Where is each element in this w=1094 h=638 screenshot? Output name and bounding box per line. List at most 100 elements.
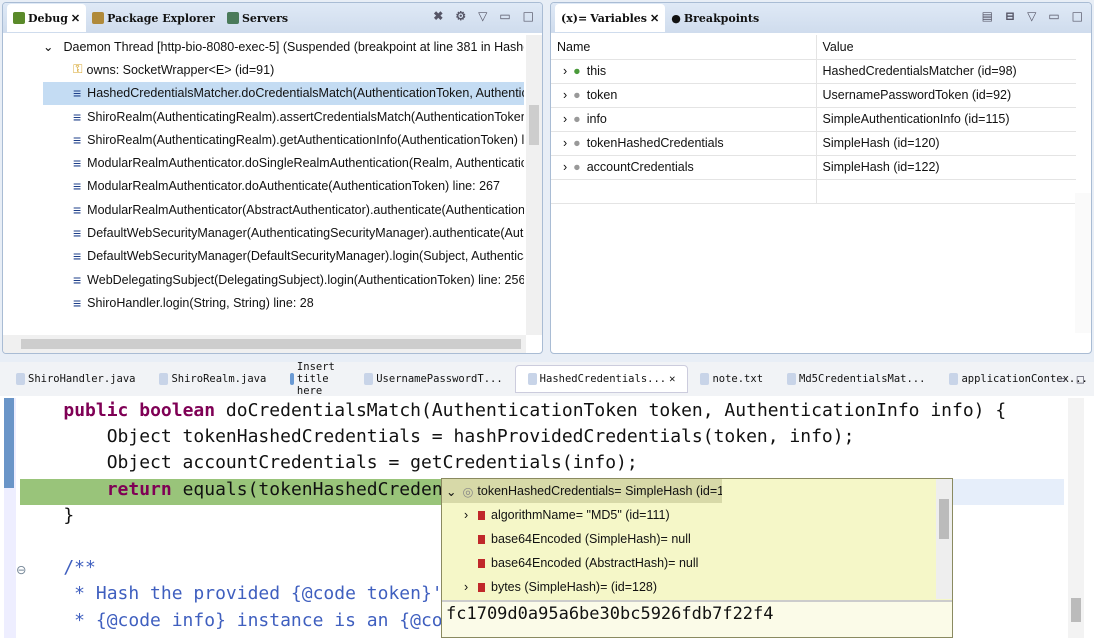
code-line: public boolean doCredentialsMatch(Authen… [63, 400, 1007, 421]
owns-node[interactable]: ⚿ owns: SocketWrapper<E> (id=91) [43, 58, 524, 81]
stack-scrollbar[interactable] [526, 35, 542, 335]
stack-frame[interactable]: ≡ ModularRealmAuthenticator(AbstractAuthe… [43, 198, 524, 221]
field-icon: ● [573, 64, 581, 78]
variable-hover-popup: ⌄ ◎ tokenHashedCredentials= SimpleHash (id… [441, 478, 953, 638]
remove-terminated-icon[interactable]: ✖ [433, 9, 443, 23]
stack-frame-icon: ≡ [73, 201, 82, 218]
package-icon [92, 12, 105, 24]
hover-detail: fc1709d0a95a6be30bc5926fdb7f22f4 [442, 600, 952, 637]
minimize-icon[interactable]: ▭ [499, 9, 510, 23]
file-icon [16, 373, 25, 385]
stack-frame-icon: ≡ [73, 248, 82, 265]
maximize-icon[interactable]: □ [1072, 9, 1083, 23]
minimize-icon[interactable]: ▭ [1048, 9, 1059, 23]
hover-child[interactable]: base64Encoded (AbstractHash)= null [442, 551, 952, 575]
stack-frame-icon: ≡ [73, 155, 82, 172]
private-field-icon [478, 534, 485, 544]
file-icon [700, 373, 710, 385]
tab-variables[interactable]: (x)= Variables ✕ [555, 4, 666, 32]
variables-view: (x)= Variables ✕ ● Breakpoints ▤ ⊟ ▽ ▭ □ Name V… [550, 2, 1092, 354]
file-icon [364, 373, 374, 385]
variable-row[interactable]: › ● tokenHashedCredentials SimpleHash (id=1… [551, 131, 1076, 156]
chevron-right-icon[interactable]: › [563, 136, 567, 150]
editor-scrollbar[interactable] [1068, 398, 1084, 638]
editor-tab[interactable]: Insert title here [278, 361, 352, 397]
maximize-icon[interactable]: □ [523, 9, 534, 23]
hover-root[interactable]: ⌄ ◎ tokenHashedCredentials= SimpleHash (id… [442, 479, 722, 503]
chevron-right-icon[interactable]: › [464, 508, 478, 522]
stack-frame[interactable]: ≡ ShiroRealm(AuthenticatingRealm).assertC… [43, 105, 524, 128]
stack-frame-icon: ≡ [73, 225, 82, 242]
object-icon: ◎ [462, 484, 474, 499]
variables-scrollbar[interactable] [1075, 193, 1091, 333]
editor-tab[interactable]: note.txt [688, 365, 775, 393]
breakpoint-marker[interactable] [4, 398, 14, 488]
step-icon[interactable]: ⚙ [455, 9, 466, 23]
editor-tab[interactable]: UsernamePasswordT... [352, 365, 514, 393]
stack-frame-icon: ≡ [73, 108, 82, 125]
chevron-right-icon[interactable]: › [563, 64, 567, 78]
view-menu-icon[interactable]: ▽ [1027, 9, 1036, 23]
editor-tab[interactable]: ShiroRealm.java [147, 365, 278, 393]
variables-tabbar: (x)= Variables ✕ ● Breakpoints ▤ ⊟ ▽ ▭ □ [551, 3, 1091, 33]
variables-icon: (x)= [561, 11, 588, 25]
hover-child[interactable]: base64Encoded (SimpleHash)= null [442, 527, 952, 551]
variable-row[interactable]: › ● token UsernamePasswordToken (id=92) [551, 83, 1076, 108]
minimize-icon[interactable]: ▭ [1058, 372, 1065, 386]
private-field-icon [478, 582, 485, 592]
collapse-all-icon[interactable]: ⊟ [1005, 9, 1015, 23]
editor-tabbar: ShiroHandler.java ShiroRealm.java Insert t… [0, 361, 1094, 397]
stack-frame[interactable]: ≡ ModularRealmAuthenticator.doSingleRealm… [43, 151, 524, 174]
stack-frame[interactable]: ≡ DefaultWebSecurityManager(Authenticatin… [43, 221, 524, 244]
field-icon: ● [573, 160, 581, 174]
stack-frame-icon: ≡ [73, 271, 82, 288]
hover-child[interactable]: › algorithmName= "MD5" (id=111) [442, 503, 952, 527]
close-icon[interactable]: ✕ [650, 12, 659, 25]
chevron-right-icon[interactable]: › [563, 88, 567, 102]
stack-frame[interactable]: ≡ ShiroHandler.login(String, String) line… [43, 291, 524, 314]
hover-scrollbar[interactable] [936, 479, 952, 599]
variables-table: Name Value › ● this HashedCredentialsMatcher… [551, 35, 1076, 204]
stack-frame[interactable]: ≡ WebDelegatingSubject(DelegatingSubject)… [43, 268, 524, 291]
thread-node[interactable]: ⌄ Daemon Thread [http-bio-8080-exec-5] (S… [43, 35, 524, 58]
stack-frame-icon: ≡ [73, 294, 82, 311]
file-icon [527, 373, 537, 385]
variable-row[interactable]: › ● accountCredentials SimpleHash (id=122) [551, 155, 1076, 180]
chevron-right-icon[interactable]: › [464, 580, 478, 594]
stack-frame-icon: ≡ [73, 178, 82, 195]
chevron-down-icon[interactable]: ⌄ [43, 39, 53, 54]
close-icon[interactable]: ✕ [669, 373, 675, 385]
variable-row[interactable]: › ● this HashedCredentialsMatcher (id=98) [551, 59, 1076, 84]
column-name[interactable]: Name [551, 35, 817, 60]
editor-tab[interactable]: HashedCredentials... ✕ [514, 365, 689, 393]
file-icon [159, 373, 169, 385]
stack-frame-icon: ≡ [73, 131, 82, 148]
stack-tree: ⌄ Daemon Thread [http-bio-8080-exec-5] (S… [43, 35, 524, 315]
tab-breakpoints[interactable]: ● Breakpoints [665, 4, 765, 32]
tab-servers[interactable]: Servers [221, 4, 294, 32]
servers-icon [226, 12, 239, 24]
tab-debug[interactable]: Debug ✕ [7, 4, 87, 32]
private-field-icon [478, 510, 485, 520]
maximize-icon[interactable]: □ [1077, 372, 1084, 386]
field-icon: ● [573, 112, 581, 126]
column-value[interactable]: Value [816, 35, 1076, 60]
stack-frame[interactable]: ≡ ShiroRealm(AuthenticatingRealm).getAuth… [43, 128, 524, 151]
view-menu-icon[interactable]: ▽ [478, 9, 487, 23]
stack-frame[interactable]: ≡ DefaultWebSecurityManager(DefaultSecuri… [43, 245, 524, 268]
stack-frame[interactable]: ≡ HashedCredentialsMatcher.doCredentialsM… [43, 81, 524, 105]
stack-hscrollbar[interactable] [3, 335, 526, 353]
tab-package-explorer[interactable]: Package Explorer [86, 4, 221, 32]
breakpoints-icon: ● [671, 11, 681, 25]
chevron-right-icon[interactable]: › [563, 112, 567, 126]
show-type-names-icon[interactable]: ▤ [982, 9, 993, 23]
chevron-right-icon[interactable]: › [563, 160, 567, 174]
file-icon [949, 373, 959, 385]
variable-row[interactable]: › ● info SimpleAuthenticationInfo (id=115) [551, 107, 1076, 132]
editor-tab[interactable]: Md5CredentialsMat... [775, 365, 937, 393]
chevron-down-icon[interactable]: ⌄ [446, 484, 456, 499]
editor-tab[interactable]: ShiroHandler.java [4, 365, 147, 393]
hover-child[interactable]: › bytes (SimpleHash)= (id=128) [442, 575, 952, 599]
stack-frame[interactable]: ≡ ModularRealmAuthenticator.doAuthenticat… [43, 175, 524, 198]
close-icon[interactable]: ✕ [71, 12, 80, 25]
